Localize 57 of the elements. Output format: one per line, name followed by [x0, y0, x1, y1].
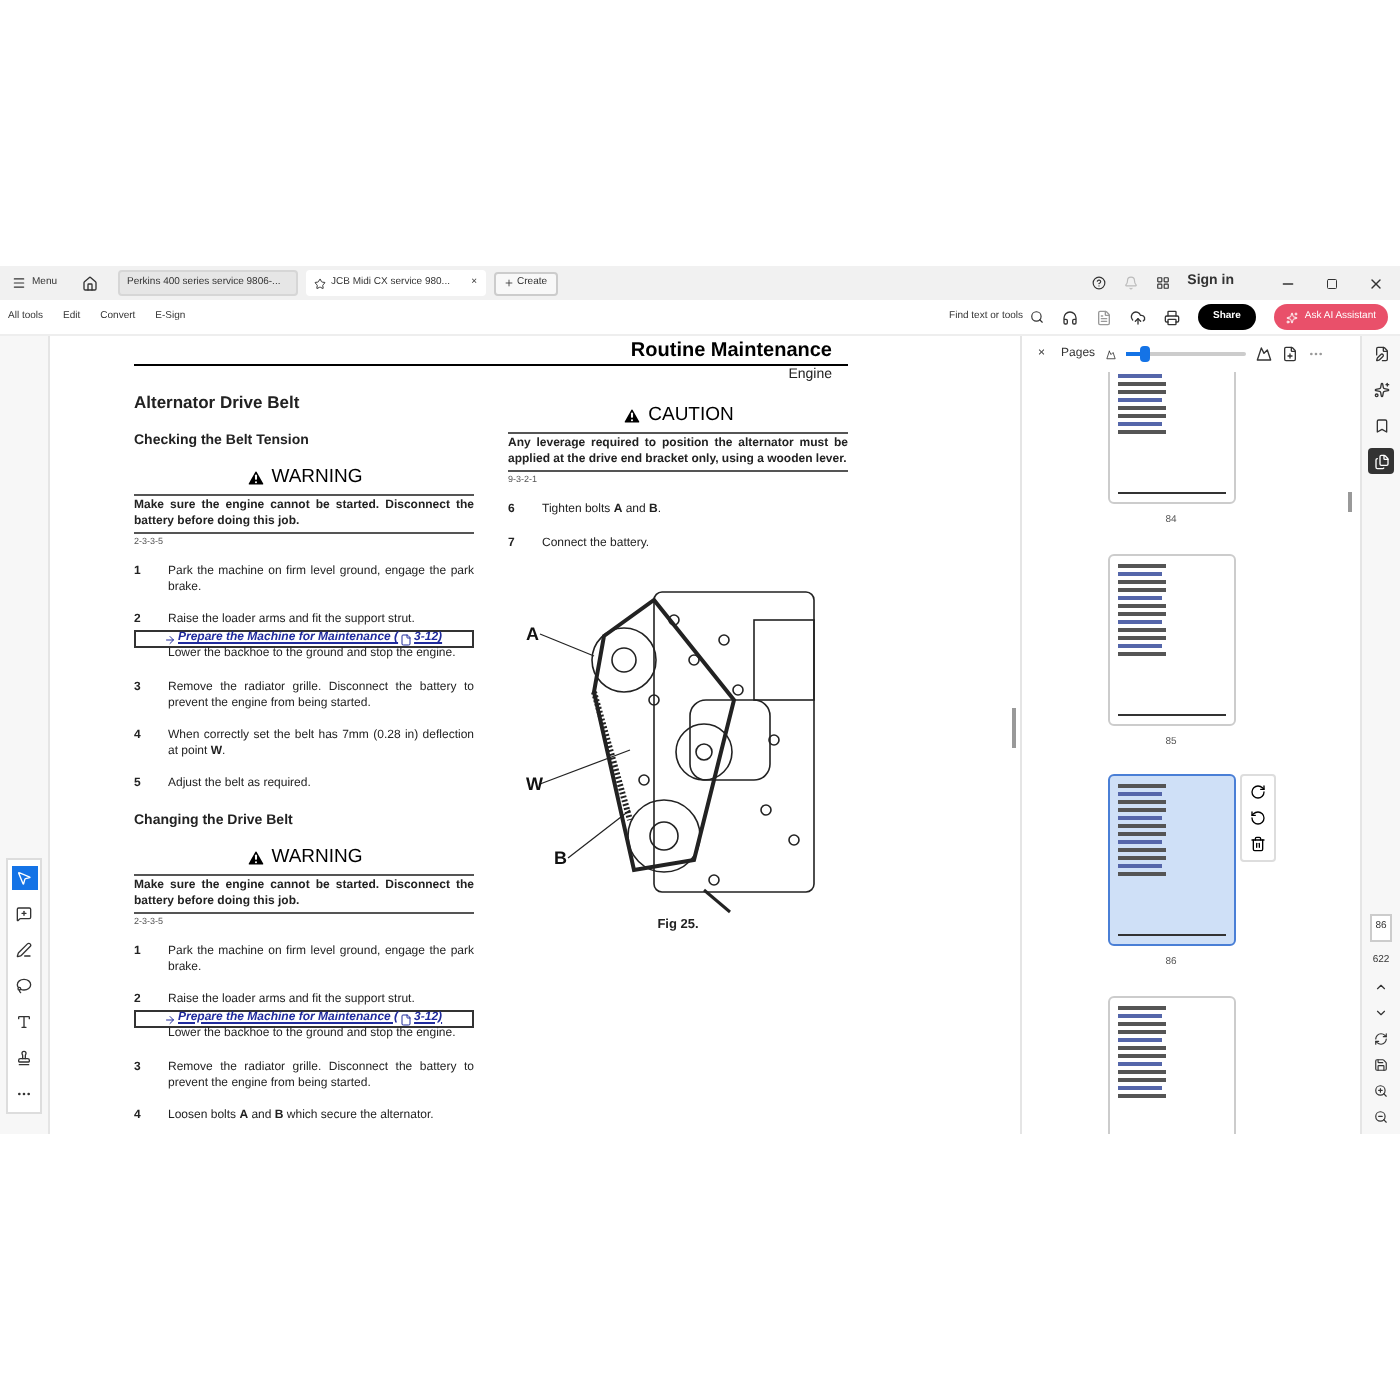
section-heading: Alternator Drive Belt: [134, 392, 300, 414]
document-icon[interactable]: [1095, 309, 1112, 325]
arrow-icon: [164, 1013, 176, 1026]
star-icon[interactable]: [313, 277, 326, 289]
leader-line: [566, 809, 630, 859]
menu-icon: [12, 276, 26, 290]
bookmark-icon[interactable]: [1373, 418, 1389, 434]
rotate-counterclockwise-icon[interactable]: [1249, 810, 1265, 826]
headphones-icon[interactable]: [1061, 309, 1078, 325]
warning-icon: [245, 468, 266, 488]
close-icon[interactable]: [1368, 275, 1384, 291]
leader-line: [538, 633, 594, 657]
add-page-icon[interactable]: [1281, 346, 1298, 362]
rotate-clockwise-icon[interactable]: [1249, 784, 1265, 800]
warning-icon: [245, 847, 266, 868]
chevron-down-icon[interactable]: [1374, 1006, 1388, 1020]
warning-title: WARNING: [271, 845, 363, 870]
help-icon[interactable]: [1091, 276, 1106, 290]
page-thumbnail[interactable]: [1107, 774, 1235, 946]
sparkle-icon: [1286, 311, 1299, 323]
search-icon: [1029, 310, 1044, 324]
callout-label: W: [525, 774, 542, 795]
warning-icon: [622, 406, 643, 426]
callout-label: B: [553, 848, 566, 869]
apps-icon[interactable]: [1155, 276, 1170, 290]
warning-title: CAUTION: [648, 404, 734, 428]
delete-icon[interactable]: [1249, 836, 1265, 852]
chevron-up-icon[interactable]: [1374, 980, 1388, 994]
home-icon[interactable]: [81, 275, 98, 291]
zoom-out-icon[interactable]: [1374, 1110, 1388, 1124]
edit-page-icon[interactable]: [1373, 346, 1389, 362]
small-thumbnail-icon: [1105, 349, 1116, 359]
page-thumbnail[interactable]: [1107, 995, 1235, 1134]
maximize-icon[interactable]: [1326, 277, 1338, 289]
callout-label: A: [525, 624, 538, 645]
page-thumbnail[interactable]: [1107, 372, 1235, 504]
lasso-icon[interactable]: [11, 974, 37, 998]
refresh-icon[interactable]: [1374, 1032, 1388, 1046]
pointer-icon[interactable]: [11, 866, 37, 890]
zoom-in-icon[interactable]: [1374, 1084, 1388, 1098]
scrollbar-thumb[interactable]: [1012, 708, 1016, 748]
page-icon: [400, 633, 413, 646]
scrollbar-thumb[interactable]: [1348, 492, 1352, 512]
pages-icon[interactable]: [1368, 448, 1394, 474]
print-icon[interactable]: [1163, 309, 1180, 325]
large-thumbnail-icon: [1255, 346, 1272, 362]
page-header: Routine Maintenance: [630, 338, 832, 364]
page-thumbnail[interactable]: [1107, 553, 1235, 725]
arrow-icon: [164, 633, 176, 646]
cloud-upload-icon[interactable]: [1129, 309, 1146, 325]
comment-icon[interactable]: [11, 902, 37, 926]
warning-title: WARNING: [271, 466, 363, 490]
plus-icon: [503, 278, 514, 288]
page-icon: [400, 1013, 413, 1026]
pen-icon[interactable]: [11, 938, 37, 962]
save-icon[interactable]: [1374, 1058, 1388, 1072]
sparkle-icon[interactable]: [1373, 382, 1389, 398]
